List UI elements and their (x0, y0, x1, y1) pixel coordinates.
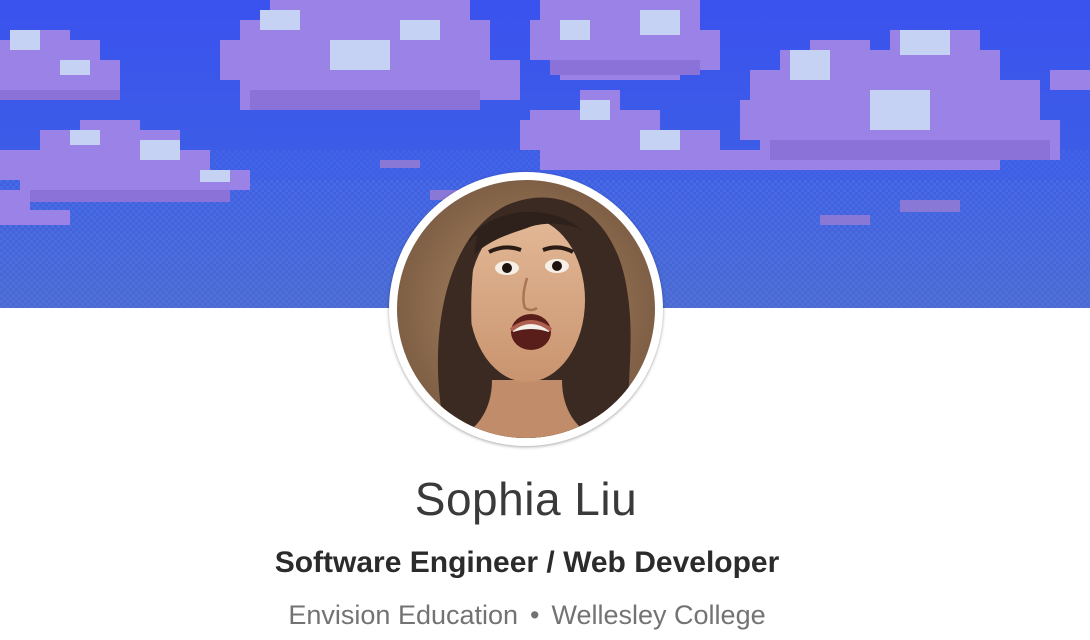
cloud-shape (530, 0, 720, 80)
cloud-shape (1050, 70, 1090, 90)
profile-photo-frame[interactable] (389, 172, 663, 446)
company-link[interactable]: Envision Education (288, 600, 518, 630)
profile-photo[interactable] (397, 180, 655, 438)
profile-card: Sophia Liu Software Engineer / Web Devel… (0, 0, 1090, 640)
school-link[interactable]: Wellesley College (552, 600, 766, 630)
profile-headline: Software Engineer / Web Developer (274, 546, 780, 579)
profile-affiliations: Envision Education • Wellesley College (0, 600, 1054, 631)
separator-dot: • (530, 600, 540, 630)
profile-name: Sophia Liu (414, 473, 638, 525)
